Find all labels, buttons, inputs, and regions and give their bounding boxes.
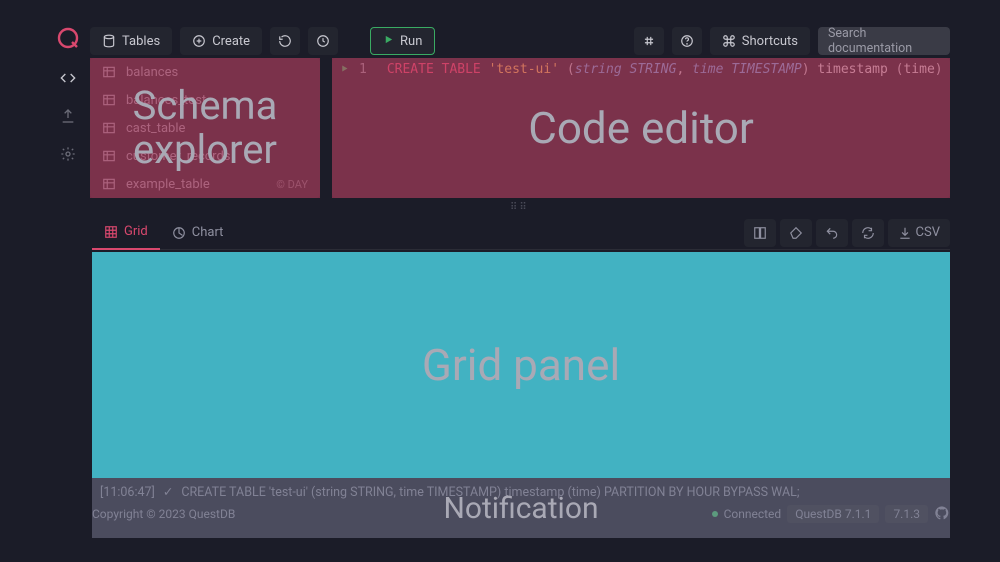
status-dot-icon [712,511,718,517]
shortcuts-label: Shortcuts [742,34,798,49]
log-message: CREATE TABLE 'test-ui' (string STRING, t… [181,485,799,500]
result-toolbar: Grid Chart CSV [92,216,950,250]
table-row[interactable]: cast_table [90,114,320,142]
log-label: Log [126,456,148,471]
sidebar-settings-icon[interactable] [52,138,84,170]
table-icon [102,177,116,191]
help-icon [680,34,694,48]
table-name: cast_table [126,121,185,136]
table-name: example_table [126,177,210,192]
sync-button[interactable] [852,219,884,247]
schema-explorer: balances balances_test cast_table custom… [90,58,320,198]
terminal-icon [104,456,118,470]
build-pill: 7.1.3 [885,505,928,523]
annotation-grid: Grid panel [92,252,950,478]
table-name: customer_records [126,149,231,164]
questdb-logo-icon [56,26,80,50]
run-arrow-icon [340,62,349,77]
create-button[interactable]: Create [180,27,262,55]
copyright: Copyright © 2023 QuestDB [92,507,235,521]
code-editor[interactable]: 1 CREATE TABLE 'test-ui' (string STRING,… [332,58,950,198]
grid-icon [104,225,118,239]
left-sidebar [50,0,86,562]
log-time: [11:06:47] [100,485,155,500]
sidebar-code-icon[interactable] [52,62,84,94]
table-row[interactable]: example_table © DAY [90,170,320,198]
tab-chart-label: Chart [192,225,224,240]
undo-icon [825,226,839,240]
sidebar-upload-icon[interactable] [52,100,84,132]
clear-button[interactable] [780,219,812,247]
export-csv-button[interactable]: CSV [888,219,950,247]
help-button[interactable] [672,27,702,55]
chart-icon [172,226,186,240]
version-pill: QuestDB 7.1.1 [787,505,879,523]
search-placeholder: Search documentation [828,26,940,56]
layout-icon [753,226,767,240]
tables-label: Tables [122,34,160,49]
table-icon [102,149,116,163]
table-row[interactable]: customer_records [90,142,320,170]
log-panel-header[interactable]: Log [92,448,950,478]
search-input[interactable]: Search documentation [818,27,950,55]
sync-icon [861,226,875,240]
sql-code: CREATE TABLE 'test-ui' (string STRING, t… [387,62,950,77]
table-name: balances [126,65,178,80]
tables-button[interactable]: Tables [90,27,172,55]
reload-button[interactable] [816,219,848,247]
table-row[interactable]: balances [90,58,320,86]
tab-grid-label: Grid [124,224,148,239]
topbar: Tables Create Run Shortcuts [90,26,950,56]
command-icon [722,34,736,48]
plus-circle-icon [192,34,206,48]
refresh-button[interactable] [270,27,300,55]
clock-icon [316,34,330,48]
create-label: Create [212,34,250,49]
grid-toggle-button[interactable] [634,27,664,55]
footer: Copyright © 2023 QuestDB Connected Quest… [92,502,950,526]
tab-chart[interactable]: Chart [160,216,236,250]
refresh-icon [278,34,292,48]
table-icon [102,121,116,135]
run-label: Run [400,34,422,49]
table-row[interactable]: balances_test [90,86,320,114]
layout-button[interactable] [744,219,776,247]
partition-badge: © DAY [276,178,308,191]
play-icon [383,34,394,49]
shortcuts-button[interactable]: Shortcuts [710,27,810,55]
table-name: balances_test [126,93,206,108]
run-button[interactable]: Run [370,27,435,55]
log-entry: [11:06:47] ✓ CREATE TABLE 'test-ui' (str… [92,480,950,504]
tab-grid[interactable]: Grid [92,216,160,250]
history-button[interactable] [308,27,338,55]
check-icon: ✓ [163,484,173,500]
hash-icon [642,34,656,48]
table-icon [102,93,116,107]
chevron-up-icon[interactable] [926,455,938,471]
csv-label: CSV [916,225,940,240]
eraser-icon [789,226,803,240]
resize-grip-icon[interactable]: ⠿⠿ [510,202,529,213]
github-icon[interactable] [934,505,950,524]
download-icon [898,226,912,240]
connection-status: Connected [724,507,782,521]
table-icon [102,65,116,79]
database-icon [102,34,116,48]
line-number: 1 [359,62,367,77]
